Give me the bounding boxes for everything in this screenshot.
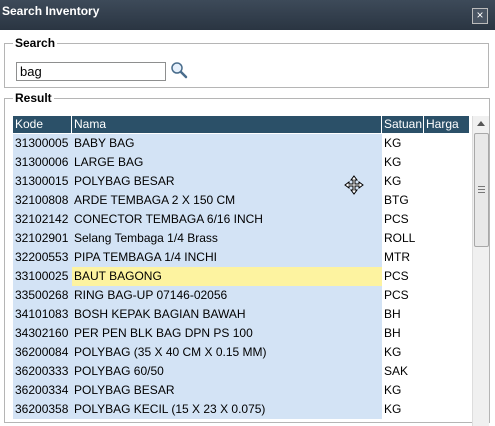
- cell-nama: CONECTOR TEMBAGA 6/16 INCH: [72, 210, 382, 229]
- search-group: Search: [4, 36, 489, 88]
- cell-harga: [424, 362, 470, 381]
- window-titlebar: Search Inventory ×: [0, 0, 495, 30]
- cell-nama: PIPA TEMBAGA 1/4 INCHI: [72, 248, 382, 267]
- cell-satuan: KG: [382, 153, 424, 172]
- cell-harga: [424, 400, 470, 419]
- cell-kode: 31300015: [13, 172, 72, 191]
- cell-kode: 32200553: [13, 248, 72, 267]
- cell-kode: 36200333: [13, 362, 72, 381]
- table-row[interactable]: 33100025 BAUT BAGONG PCS: [13, 267, 470, 286]
- table-row[interactable]: 31300015 POLYBAG BESAR KG: [13, 172, 470, 191]
- cell-nama: POLYBAG (35 X 40 CM X 0.15 MM): [72, 343, 382, 362]
- cell-harga: [424, 210, 470, 229]
- cell-nama: LARGE BAG: [72, 153, 382, 172]
- cell-kode: 33100025: [13, 267, 72, 286]
- cell-satuan: BTG: [382, 191, 424, 210]
- cell-kode: 34101083: [13, 305, 72, 324]
- cell-harga: [424, 343, 470, 362]
- table-row[interactable]: 32100808 ARDE TEMBAGA 2 X 150 CM BTG: [13, 191, 470, 210]
- cell-satuan: PCS: [382, 267, 424, 286]
- cell-satuan: KG: [382, 381, 424, 400]
- table-row[interactable]: 36200333 POLYBAG 60/50 SAK: [13, 362, 470, 381]
- result-group: Result Kode Nama Satuan Harga 31300005 BA…: [4, 91, 490, 426]
- table-row[interactable]: 33500268 RING BAG-UP 07146-02056 PCS: [13, 286, 470, 305]
- cell-kode: 32102142: [13, 210, 72, 229]
- cell-harga: [424, 248, 470, 267]
- cell-satuan: BH: [382, 305, 424, 324]
- window-title: Search Inventory: [2, 4, 100, 18]
- cell-satuan: PCS: [382, 286, 424, 305]
- search-legend: Search: [15, 36, 56, 50]
- cell-nama: BAUT BAGONG: [72, 267, 382, 286]
- move-cursor-icon: [344, 175, 364, 195]
- cell-satuan: MTR: [382, 248, 424, 267]
- cell-satuan: KG: [382, 343, 424, 362]
- table-header: Kode Nama Satuan Harga: [13, 116, 470, 133]
- table-row[interactable]: 34302160 PER PEN BLK BAG DPN PS 100 BH: [13, 324, 470, 343]
- cell-harga: [424, 153, 470, 172]
- table-row[interactable]: 32200553 PIPA TEMBAGA 1/4 INCHI MTR: [13, 248, 470, 267]
- cell-nama: Selang Tembaga 1/4 Brass: [72, 229, 382, 248]
- cell-nama: BOSH KEPAK BAGIAN BAWAH: [72, 305, 382, 324]
- cell-kode: 32102901: [13, 229, 72, 248]
- cell-harga: [424, 381, 470, 400]
- cell-kode: 31300005: [13, 134, 72, 153]
- scrollbar-thumb[interactable]: [474, 133, 489, 247]
- cell-kode: 33500268: [13, 286, 72, 305]
- cell-harga: [424, 229, 470, 248]
- table-row[interactable]: 34101083 BOSH KEPAK BAGIAN BAWAH BH: [13, 305, 470, 324]
- cell-satuan: BH: [382, 324, 424, 343]
- cell-nama: POLYBAG 60/50: [72, 362, 382, 381]
- vertical-scrollbar[interactable]: [472, 116, 489, 426]
- result-table: Kode Nama Satuan Harga 31300005 BABY BAG K…: [13, 116, 470, 426]
- cell-satuan: ROLL: [382, 229, 424, 248]
- cell-kode: 32100808: [13, 191, 72, 210]
- result-legend: Result: [15, 91, 52, 105]
- cell-kode: 36200334: [13, 381, 72, 400]
- cell-kode: 36200084: [13, 343, 72, 362]
- cell-nama: POLYBAG BESAR: [72, 172, 382, 191]
- search-icon[interactable]: [170, 61, 188, 79]
- table-row[interactable]: 36200084 POLYBAG (35 X 40 CM X 0.15 MM) KG: [13, 343, 470, 362]
- cell-kode: 31300006: [13, 153, 72, 172]
- table-row[interactable]: 36200334 POLYBAG BESAR KG: [13, 381, 470, 400]
- cell-satuan: KG: [382, 400, 424, 419]
- cell-nama: RING BAG-UP 07146-02056: [72, 286, 382, 305]
- column-header-satuan[interactable]: Satuan: [382, 116, 424, 133]
- cell-satuan: PCS: [382, 210, 424, 229]
- cell-nama: POLYBAG KECIL (15 X 23 X 0.075): [72, 400, 382, 419]
- table-row[interactable]: 32102901 Selang Tembaga 1/4 Brass ROLL: [13, 229, 470, 248]
- cell-nama: BABY BAG: [72, 134, 382, 153]
- table-row[interactable]: 31300005 BABY BAG KG: [13, 134, 470, 153]
- cell-harga: [424, 286, 470, 305]
- close-button[interactable]: ×: [472, 8, 488, 24]
- scroll-up-arrow-icon[interactable]: [473, 116, 489, 132]
- column-header-harga[interactable]: Harga: [424, 116, 470, 133]
- column-header-kode[interactable]: Kode: [13, 116, 72, 133]
- cell-harga: [424, 172, 470, 191]
- cell-harga: [424, 191, 470, 210]
- cell-nama: ARDE TEMBAGA 2 X 150 CM: [72, 191, 382, 210]
- search-input[interactable]: [16, 62, 166, 81]
- cell-harga: [424, 134, 470, 153]
- cell-harga: [424, 267, 470, 286]
- cell-kode: 34302160: [13, 324, 72, 343]
- cell-kode: 36200358: [13, 400, 72, 419]
- cell-satuan: KG: [382, 172, 424, 191]
- column-header-nama[interactable]: Nama: [72, 116, 382, 133]
- cell-nama: PER PEN BLK BAG DPN PS 100: [72, 324, 382, 343]
- cell-satuan: KG: [382, 134, 424, 153]
- cell-harga: [424, 305, 470, 324]
- cell-harga: [424, 324, 470, 343]
- cell-satuan: SAK: [382, 362, 424, 381]
- table-row[interactable]: 31300006 LARGE BAG KG: [13, 153, 470, 172]
- cell-nama: POLYBAG BESAR: [72, 381, 382, 400]
- table-row[interactable]: 36200358 POLYBAG KECIL (15 X 23 X 0.075) K…: [13, 400, 470, 419]
- table-row[interactable]: 32102142 CONECTOR TEMBAGA 6/16 INCH PCS: [13, 210, 470, 229]
